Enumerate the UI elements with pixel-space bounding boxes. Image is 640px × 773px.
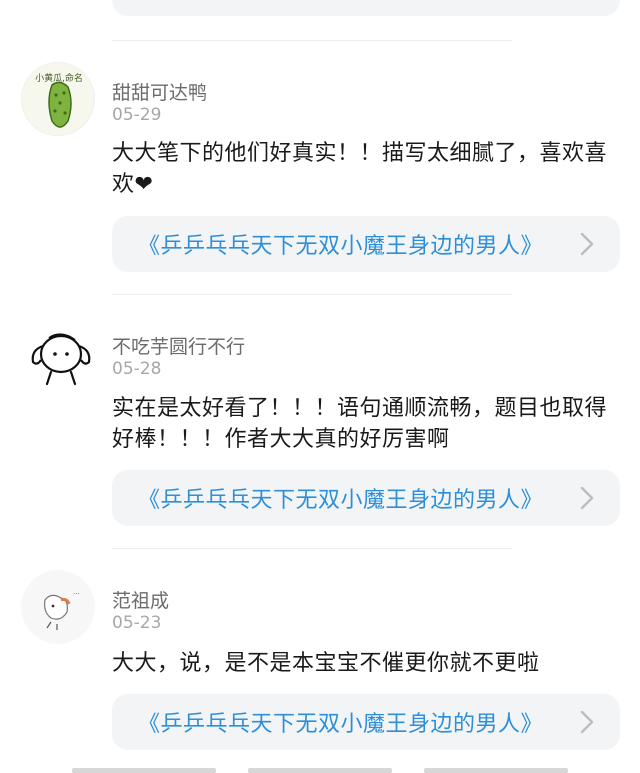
book-link[interactable]: 《乒乒乓乓天下无双小魔王身边的男人》: [112, 216, 620, 272]
comment-username[interactable]: 甜甜可达鸭: [112, 78, 207, 105]
avatar[interactable]: [21, 316, 95, 390]
comment-content: 大大笔下的他们好真实！！描写太细腻了，喜欢喜欢❤: [112, 141, 608, 197]
comment-username[interactable]: 范祖成: [112, 586, 169, 613]
cucumber-avatar-icon: 小黄瓜,命名: [35, 72, 83, 128]
chevron-right-icon: [580, 486, 594, 510]
divider: [112, 40, 512, 41]
chevron-right-icon: [580, 232, 594, 256]
comment-date: 05-29: [112, 105, 162, 125]
divider: [112, 548, 512, 549]
comment-date: 05-28: [112, 359, 162, 379]
comment-date: 05-23: [112, 613, 162, 633]
svg-text:...: ...: [73, 588, 80, 596]
cat-sketch-avatar-icon: ...: [22, 571, 94, 643]
book-link-title: 《乒乒乓乓天下无双小魔王身边的男人》: [138, 488, 544, 513]
comment-content: 大大，说，是不是本宝宝不催更你就不更啦: [112, 651, 540, 676]
bottom-bar-segment: [72, 768, 216, 773]
avatar[interactable]: 小黄瓜,命名: [21, 62, 95, 136]
book-link-title: 《乒乒乓乓天下无双小魔王身边的男人》: [138, 712, 544, 737]
divider: [112, 294, 512, 295]
book-link-partial[interactable]: 《乒乒乓乓天下无双小魔王身边的男人》: [112, 0, 620, 16]
avatar[interactable]: ...: [21, 570, 95, 644]
comment-username[interactable]: 不吃芋圆行不行: [112, 332, 245, 359]
bottom-bar-segment: [248, 768, 392, 773]
comment-content: 实在是太好看了！！！语句通顺流畅，题目也取得好棒！！！作者大大真的好厉害啊: [112, 396, 608, 452]
book-link-title: 《乒乒乓乓天下无双小魔王身边的男人》: [138, 0, 543, 4]
bottom-bar-segment: [424, 768, 568, 773]
doodle-girl-avatar-icon: [31, 333, 91, 386]
book-link[interactable]: 《乒乒乓乓天下无双小魔王身边的男人》: [112, 470, 620, 526]
book-link[interactable]: 《乒乒乓乓天下无双小魔王身边的男人》: [112, 694, 620, 750]
chevron-right-icon: [580, 710, 594, 734]
book-link-title: 《乒乒乓乓天下无双小魔王身边的男人》: [138, 234, 544, 259]
